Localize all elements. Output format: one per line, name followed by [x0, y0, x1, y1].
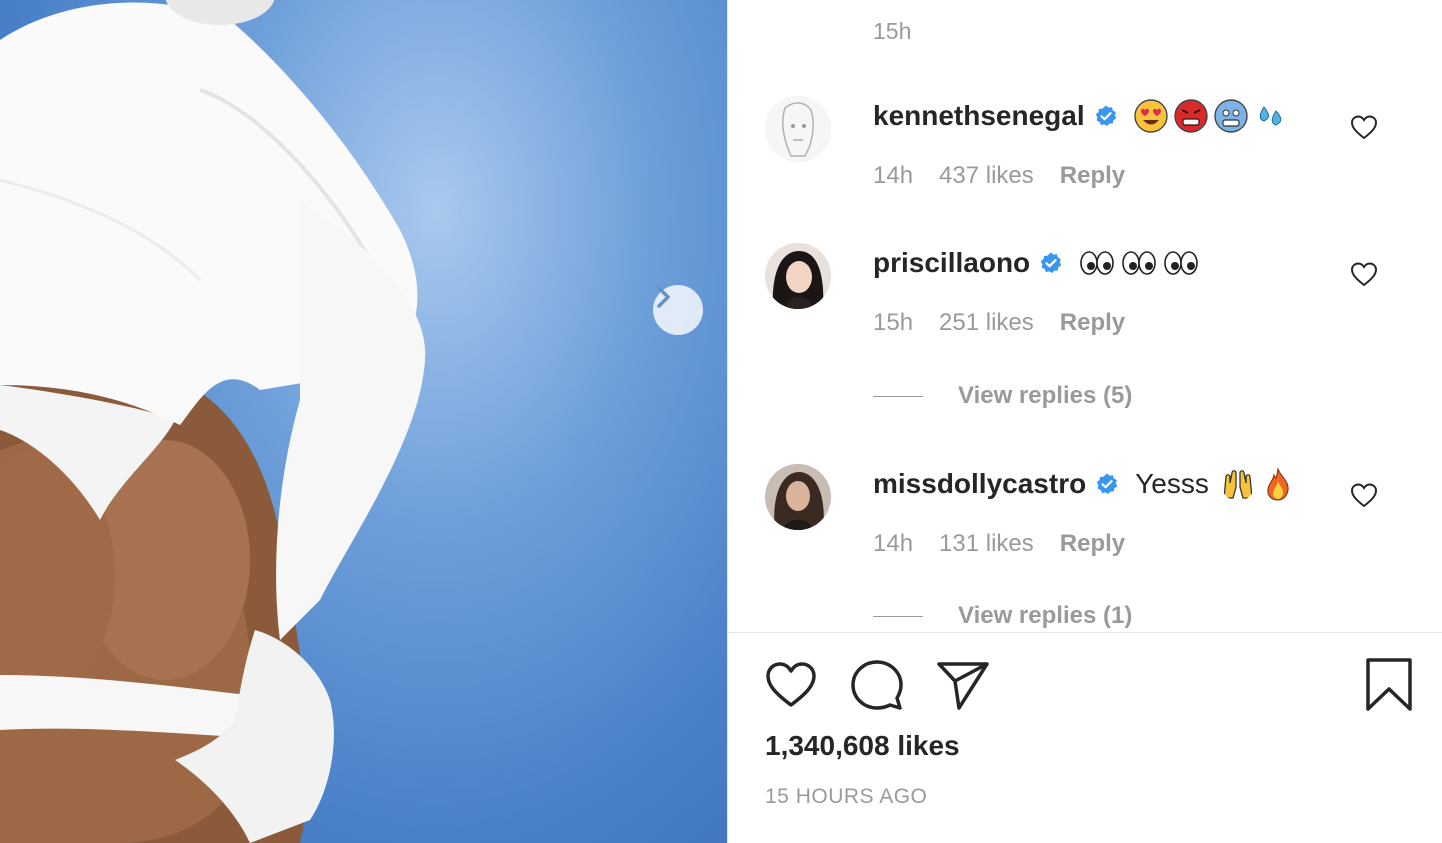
section-divider: [728, 632, 1442, 633]
avatar[interactable]: [765, 243, 831, 309]
comment-like-heart-icon[interactable]: [1350, 482, 1378, 508]
avatar-photo: [765, 464, 831, 530]
post-photo: [0, 0, 727, 843]
comment-emoji-row: [1079, 246, 1205, 281]
comment-text-line: priscillaono: [873, 243, 1205, 283]
sweat-droplets-emoji-icon: [1259, 106, 1282, 126]
cold-face-emoji-icon: [1213, 99, 1248, 133]
comment-like-heart-icon[interactable]: [1350, 261, 1378, 287]
comment-emoji-row: [1133, 99, 1294, 134]
comment-like-count[interactable]: 251 likes: [939, 309, 1034, 337]
angry-face-emoji-icon: [1173, 99, 1208, 133]
verified-badge-icon: [1097, 473, 1118, 494]
reply-button[interactable]: Reply: [1060, 162, 1125, 190]
avatar-sketch-image: [765, 96, 831, 162]
comment-item: kennethsenegal 14h 437 likes Reply: [728, 96, 1442, 216]
comment-emoji-row: [1221, 467, 1301, 501]
like-heart-icon[interactable]: [764, 658, 818, 712]
comment-like-heart-icon[interactable]: [1350, 114, 1378, 140]
comments-panel: 15h kennethsenegal 14h 437 likes Reply p…: [727, 0, 1442, 843]
verified-badge-icon: [1040, 252, 1062, 273]
comment-meta: 14h 131 likes Reply: [873, 530, 1125, 558]
comment-username[interactable]: priscillaono: [873, 247, 1030, 279]
comment-text: Yesss: [1135, 468, 1209, 499]
post-timestamp[interactable]: 15 HOURS AGO: [765, 785, 927, 809]
fire-emoji-icon: [1267, 467, 1289, 501]
view-replies-label: View replies (5): [958, 382, 1133, 409]
next-image-button[interactable]: [653, 285, 703, 335]
post-action-bar: [764, 658, 990, 712]
view-replies-button[interactable]: View replies (5): [873, 382, 1132, 410]
comment-username[interactable]: kennethsenegal: [873, 100, 1085, 132]
previous-comment-timestamp: 15h: [873, 18, 912, 44]
comment-like-count[interactable]: 437 likes: [939, 162, 1034, 190]
replies-divider-line: [873, 615, 923, 617]
comment-meta: 15h 251 likes Reply: [873, 309, 1125, 337]
eyes-emoji-icon: [1164, 251, 1198, 276]
view-replies-label: View replies (1): [958, 602, 1133, 629]
post-photo-illustration: [0, 0, 426, 843]
comment-time[interactable]: 14h: [873, 530, 913, 558]
comment-item: missdollycastro Yesss 14h 131 likes Repl…: [728, 464, 1442, 584]
comment-meta: 14h 437 likes Reply: [873, 162, 1125, 190]
eyes-emoji-icon: [1080, 251, 1114, 276]
comments-list[interactable]: 15h kennethsenegal 14h 437 likes Reply p…: [728, 0, 1442, 630]
raising-hands-emoji-icon: [1223, 470, 1253, 499]
verified-badge-icon: [1095, 105, 1116, 126]
comment-item: priscillaono 15h 251 likes Reply: [728, 243, 1442, 363]
save-bookmark-icon[interactable]: [1364, 657, 1414, 713]
comment-username[interactable]: missdollycastro: [873, 468, 1086, 500]
eyes-emoji-icon: [1122, 251, 1156, 276]
share-paper-plane-icon[interactable]: [936, 658, 990, 712]
replies-divider-line: [873, 395, 923, 397]
comment-bubble-icon[interactable]: [850, 658, 904, 712]
heart-eyes-emoji-icon: [1133, 99, 1168, 133]
comment-text-line: missdollycastro Yesss: [873, 464, 1301, 504]
comment-like-count[interactable]: 131 likes: [939, 530, 1034, 558]
avatar-photo: [765, 243, 831, 309]
reply-button[interactable]: Reply: [1060, 309, 1125, 337]
avatar[interactable]: [765, 464, 831, 530]
view-replies-button[interactable]: View replies (1): [873, 602, 1132, 630]
avatar[interactable]: [765, 96, 831, 162]
reply-button[interactable]: Reply: [1060, 530, 1125, 558]
chevron-right-icon: [657, 286, 670, 308]
comment-time[interactable]: 14h: [873, 162, 913, 190]
comment-time[interactable]: 15h: [873, 309, 913, 337]
comment-text-line: kennethsenegal: [873, 96, 1294, 136]
post-like-count[interactable]: 1,340,608 likes: [765, 730, 960, 762]
